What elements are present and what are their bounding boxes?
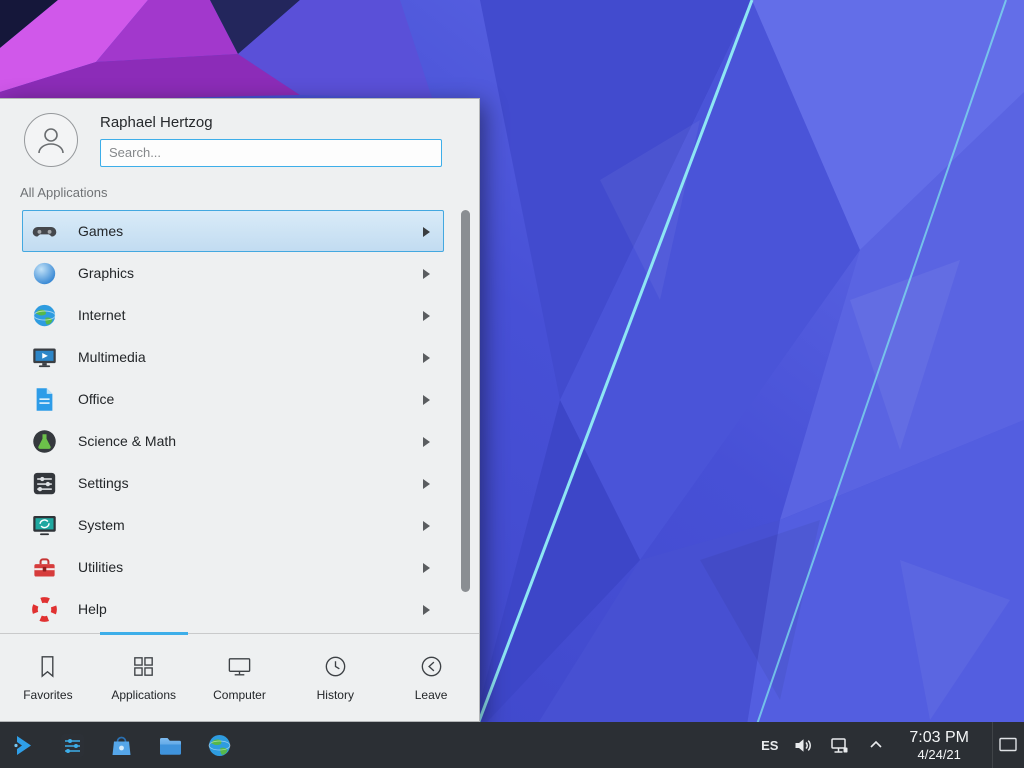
applications-icon [130,653,157,680]
launcher-header: Raphael Hertzog [0,99,479,175]
chevron-right-icon [421,519,431,531]
taskbar: ES 7:03 PM 4/24/21 [0,722,1024,768]
network-button[interactable] [829,735,850,756]
system-tray: ES 7:03 PM 4/24/21 [761,722,1022,768]
tab-history[interactable]: History [287,634,383,721]
help-icon [31,596,58,623]
clock-date: 4/24/21 [909,747,969,763]
tab-favorites[interactable]: Favorites [0,634,96,721]
tab-computer[interactable]: Computer [192,634,288,721]
application-launcher-menu: Raphael Hertzog All Applications Games G… [0,98,480,722]
category-row-system[interactable]: System [22,504,444,546]
chevron-right-icon [421,351,431,363]
leave-icon [418,653,445,680]
utilities-icon [31,554,58,581]
section-label: All Applications [0,175,479,202]
category-row-settings[interactable]: Settings [22,462,444,504]
history-icon [322,653,349,680]
computer-icon [226,653,253,680]
chevron-right-icon [421,477,431,489]
app-launcher-icon [10,732,37,759]
discover-button[interactable] [106,730,136,760]
web-browser-button[interactable] [204,730,234,760]
category-row-science[interactable]: Science & Math [22,420,444,462]
network-icon [829,735,850,756]
web-browser-icon [206,732,233,759]
favorites-icon [34,653,61,680]
chevron-right-icon [421,267,431,279]
volume-icon [793,735,814,756]
category-row-multimedia[interactable]: Multimedia [22,336,444,378]
category-label: Science & Math [78,433,176,449]
category-label: System [78,517,125,533]
science-icon [31,428,58,455]
show-desktop-icon [997,734,1019,756]
category-label: Graphics [78,265,134,281]
chevron-right-icon [421,603,431,615]
chevron-right-icon [421,309,431,321]
chevron-right-icon [421,561,431,573]
category-row-games[interactable]: Games [22,210,444,252]
tab-leave[interactable]: Leave [383,634,479,721]
multimedia-icon [31,344,58,371]
file-manager-button[interactable] [155,730,185,760]
category-label: Office [78,391,114,407]
expand-tray-icon [868,737,884,753]
category-row-utilities[interactable]: Utilities [22,546,444,588]
category-row-internet[interactable]: Internet [22,294,444,336]
digital-clock[interactable]: 7:03 PM 4/24/21 [909,728,969,763]
category-row-graphics[interactable]: Graphics [22,252,444,294]
discover-icon [108,732,135,759]
clock-time: 7:03 PM [909,728,969,747]
graphics-icon [31,260,58,287]
tab-applications[interactable]: Applications [96,634,192,721]
user-avatar[interactable] [24,113,78,167]
keyboard-layout-indicator[interactable]: ES [761,738,778,753]
office-icon [31,386,58,413]
scrollbar[interactable] [461,210,470,592]
user-icon [34,123,68,157]
system-settings-icon [59,732,86,759]
category-row-office[interactable]: Office [22,378,444,420]
category-row-help[interactable]: Help [22,588,444,630]
system-settings-button[interactable] [57,730,87,760]
user-name: Raphael Hertzog [100,114,461,131]
settings-icon [31,470,58,497]
category-label: Internet [78,307,125,323]
category-label: Games [78,223,123,239]
app-launcher-button[interactable] [8,730,38,760]
category-label: Multimedia [78,349,146,365]
volume-button[interactable] [793,735,814,756]
file-manager-icon [157,732,184,759]
games-icon [31,218,58,245]
launcher-tab-bar: Favorites Applications Computer History [0,633,479,721]
chevron-right-icon [421,435,431,447]
taskbar-apps [8,730,234,760]
internet-icon [31,302,58,329]
category-label: Utilities [78,559,123,575]
category-list: Games Graphics Internet Multimedia [0,202,479,633]
show-desktop-button[interactable] [992,722,1022,768]
active-tab-indicator [100,632,188,635]
category-label: Help [78,601,107,617]
chevron-right-icon [421,225,431,237]
expand-tray-button[interactable] [865,735,886,756]
category-label: Settings [78,475,129,491]
chevron-right-icon [421,393,431,405]
search-input[interactable] [100,139,442,167]
system-icon [31,512,58,539]
